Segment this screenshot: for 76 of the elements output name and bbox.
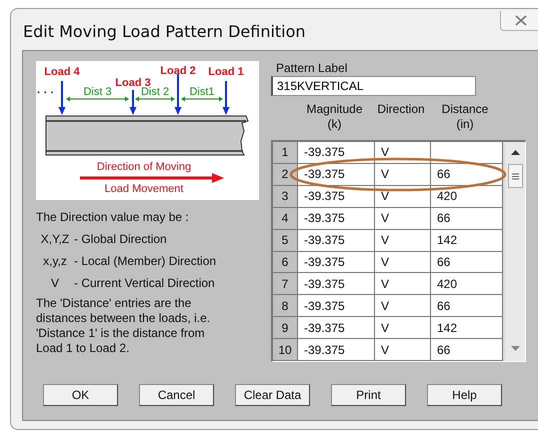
table-cell[interactable]: -39.375	[298, 208, 375, 230]
distance-arrow	[66, 96, 129, 102]
close-icon	[515, 15, 527, 26]
dialog-button[interactable]: Print	[331, 384, 406, 406]
table-cell[interactable]: -39.375	[298, 295, 375, 318]
load-label: Load 4	[44, 66, 80, 78]
table-cell[interactable]: V	[375, 295, 431, 318]
row-number: 4	[273, 208, 298, 230]
scroll-up-icon[interactable]	[510, 150, 520, 155]
movement-caption: Load Movement	[104, 183, 184, 195]
table-cell[interactable]: V	[375, 230, 431, 252]
table-cell[interactable]: -39.375	[298, 230, 375, 252]
scrollbar[interactable]	[505, 142, 525, 361]
table-cell[interactable]: 420	[431, 273, 503, 296]
table-cell[interactable]: 420	[431, 186, 503, 208]
row-number: 5	[273, 230, 298, 252]
column-header: Distance (in)	[440, 102, 490, 133]
load-arrow	[174, 74, 182, 115]
dialog-button[interactable]: Clear Data	[235, 384, 310, 406]
direction-caption: Direction of Moving	[96, 161, 192, 173]
table-cell[interactable]: 142	[431, 230, 503, 252]
table-cell[interactable]: 66	[431, 295, 503, 318]
dialog-button[interactable]: OK	[43, 384, 118, 406]
distance-arrow	[181, 96, 223, 102]
table-cell[interactable]: V	[375, 339, 431, 361]
grip-icon	[512, 172, 518, 180]
table-cell[interactable]: V	[375, 252, 431, 274]
row-number: 3	[273, 186, 298, 208]
table-cell[interactable]: -39.375	[298, 273, 375, 296]
column-header: Magnitude (k)	[305, 102, 364, 133]
direction-description: - Local (Member) Direction	[74, 254, 218, 268]
distance-label: Dist1	[189, 86, 215, 98]
row-number: 7	[273, 273, 298, 296]
direction-code: V	[50, 276, 60, 290]
table-cell[interactable]: -39.375	[298, 339, 375, 361]
table-cell[interactable]: -39.375	[298, 142, 375, 164]
table-cell[interactable]: 142	[431, 317, 503, 340]
table-cell[interactable]	[431, 142, 503, 164]
distance-label: Dist 3	[83, 86, 112, 98]
table-cell[interactable]: V	[375, 164, 431, 186]
row-number: 6	[273, 252, 298, 274]
load-arrow	[222, 81, 230, 115]
table-cell[interactable]: 66	[431, 339, 503, 361]
close-button[interactable]	[500, 11, 538, 31]
dialog-button[interactable]: Help	[427, 384, 502, 406]
row-number: 8	[273, 295, 298, 318]
load-label: Load 1	[208, 66, 244, 78]
load-label: Load 2	[160, 65, 196, 77]
table-cell[interactable]: V	[375, 208, 431, 230]
load-arrow	[58, 81, 66, 115]
ellipsis-dots: · · ·	[37, 87, 54, 99]
help-text: The 'Distance' entries are the distances between the loads, i.e. 'Distance 1' is the distance from Load 1 to Load 2.	[36, 296, 212, 356]
row-number: 1	[273, 142, 298, 164]
scroll-thumb[interactable]	[508, 164, 522, 188]
window-title: Edit Moving Load Pattern Definition	[23, 22, 306, 40]
distance-label: Dist 2	[140, 86, 170, 98]
direction-code: x,y,z	[42, 254, 68, 268]
column-header: Direction	[376, 102, 426, 118]
distance-arrow	[135, 96, 175, 102]
table-cell[interactable]: 66	[431, 252, 503, 274]
table-cell[interactable]: V	[375, 273, 431, 296]
direction-description: - Global Direction	[74, 232, 168, 246]
scroll-down-icon[interactable]	[510, 346, 520, 351]
dialog-button[interactable]: Cancel	[139, 384, 214, 406]
table-cell[interactable]: -39.375	[298, 252, 375, 274]
load-arrow	[130, 90, 136, 115]
help-text: The Direction value may be :	[36, 210, 190, 224]
table-cell[interactable]: V	[375, 317, 431, 340]
row-number: 10	[273, 339, 298, 361]
table-cell[interactable]: -39.375	[298, 317, 375, 340]
row-number: 9	[273, 317, 298, 340]
direction-code: X,Y,Z	[40, 232, 70, 246]
table-cell[interactable]: 66	[431, 208, 503, 230]
field-label: Pattern Label	[276, 61, 348, 75]
pattern-label-field[interactable]: 315KVERTICAL	[271, 76, 476, 96]
direction-description: - Current Vertical Direction	[74, 276, 216, 290]
